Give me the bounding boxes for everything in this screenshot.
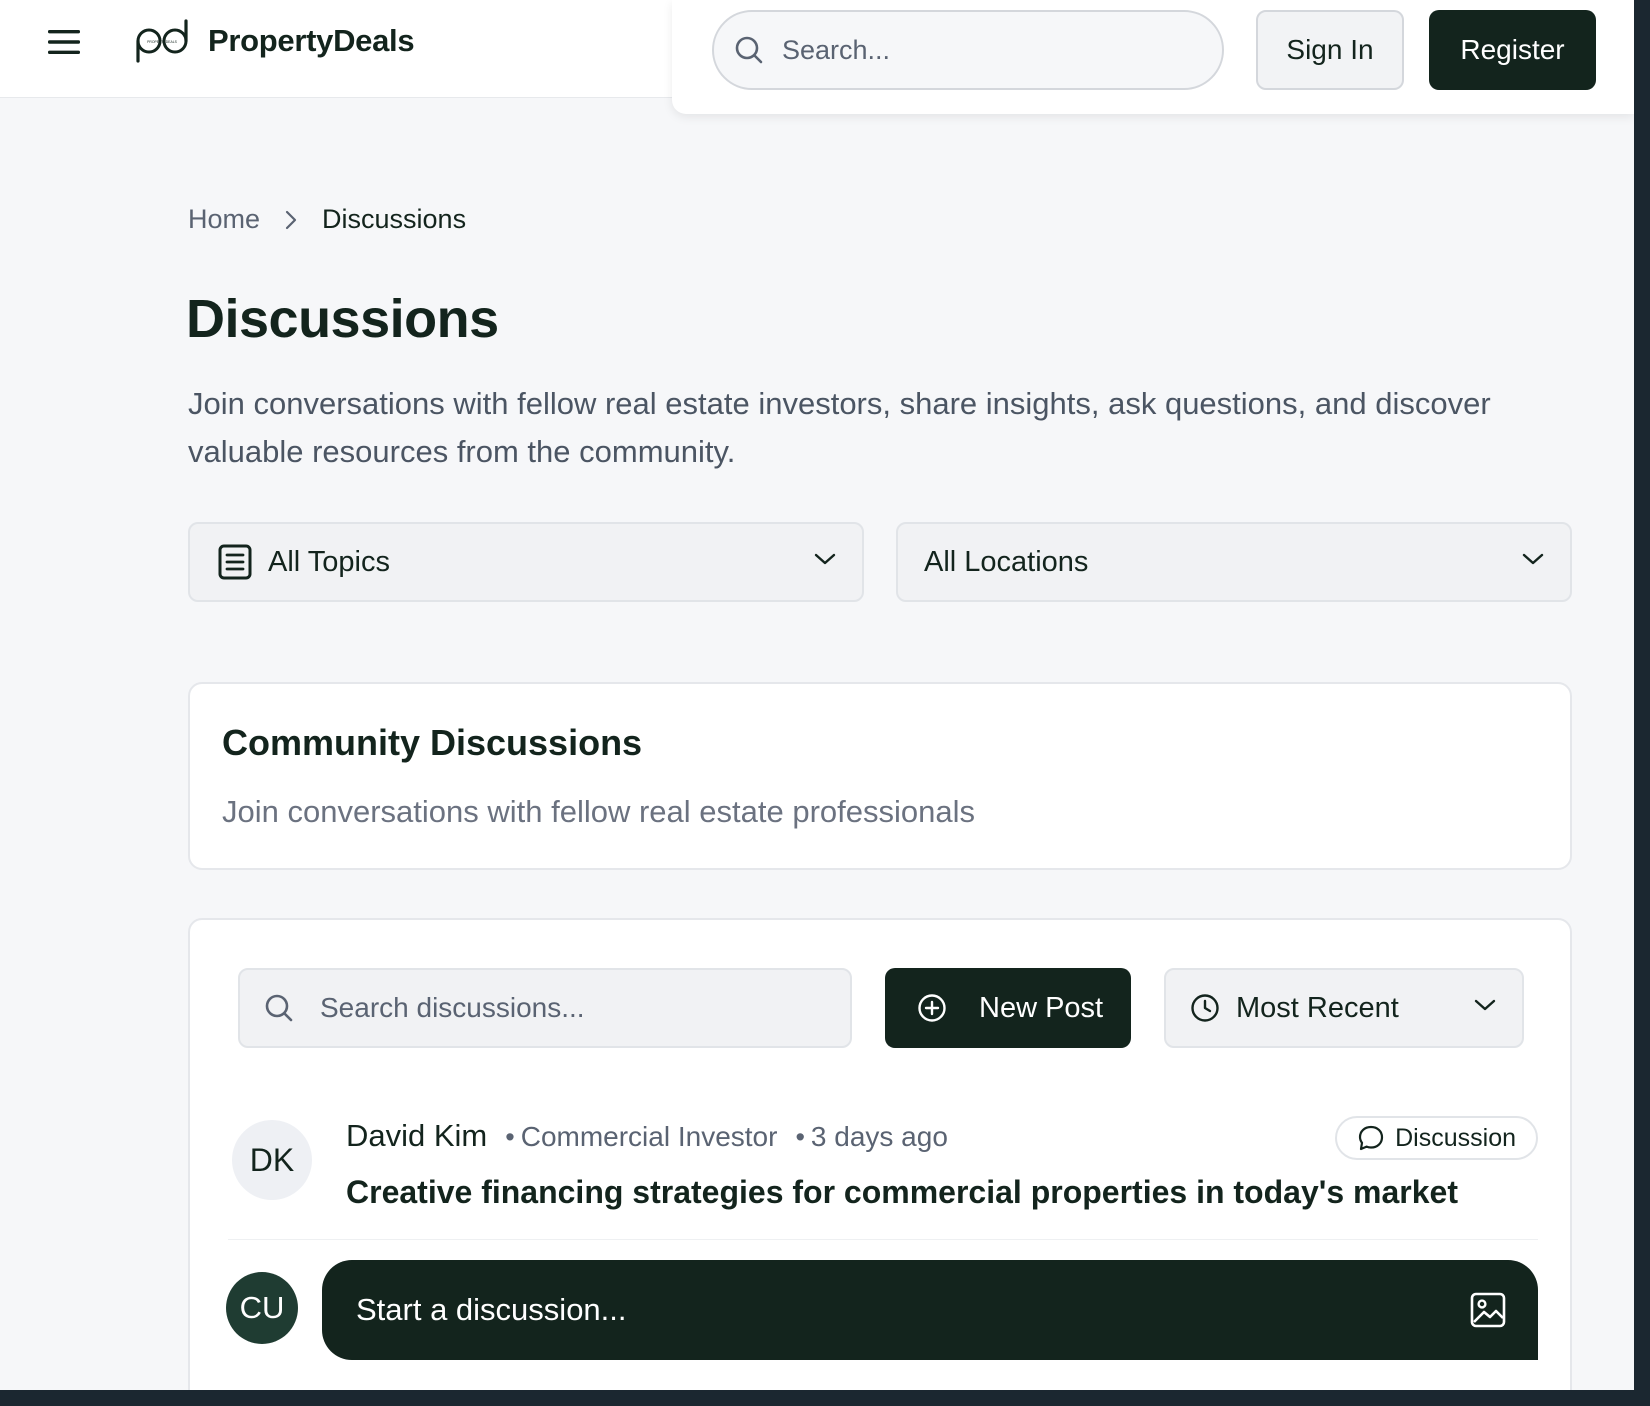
document-list-icon: [218, 544, 252, 580]
meta-separator: •: [795, 1122, 805, 1152]
search-icon: [735, 36, 763, 64]
hamburger-menu-button[interactable]: [44, 24, 84, 60]
sign-in-button[interactable]: Sign In: [1256, 10, 1404, 90]
chat-bubble-icon: [1359, 1125, 1384, 1151]
chevron-down-icon: [814, 553, 836, 565]
post-title[interactable]: Creative financing strategies for commer…: [346, 1174, 1458, 1211]
plus-circle-icon: [918, 994, 946, 1022]
logo-tagline: PROPERTYDEALS: [147, 40, 177, 44]
page-description: Join conversations with fellow real esta…: [188, 386, 1491, 469]
post-author-role: Commercial Investor: [520, 1121, 778, 1152]
search-icon: [265, 994, 293, 1022]
site-search[interactable]: [712, 10, 1224, 90]
meta-separator: •: [505, 1122, 515, 1152]
locations-filter-value: All Locations: [924, 545, 1089, 578]
sort-order-select[interactable]: Most Recent: [1164, 968, 1524, 1048]
image-icon[interactable]: [1470, 1292, 1506, 1328]
post-type-label: Discussion: [1395, 1123, 1516, 1152]
discussion-post[interactable]: DK David Kim • Commercial Investor • 3 d…: [228, 1116, 1538, 1240]
locations-filter-select[interactable]: All Locations: [896, 522, 1572, 602]
top-navbar: PROPERTYDEALS PropertyDeals: [0, 0, 700, 98]
chevron-down-icon: [1522, 553, 1544, 565]
composer-placeholder: Start a discussion...: [356, 1292, 627, 1327]
brand-name: PropertyDeals: [208, 23, 415, 58]
new-post-button[interactable]: New Post: [885, 968, 1131, 1048]
current-user-avatar: CU: [226, 1272, 298, 1344]
page-title: Discussions: [186, 289, 499, 349]
breadcrumb-current: Discussions: [322, 204, 467, 234]
post-type-badge: Discussion: [1335, 1116, 1538, 1160]
register-button[interactable]: Register: [1429, 10, 1596, 90]
discussion-feed-card: New Post Most Recent DK David Kim • Comm…: [188, 918, 1572, 1390]
page: PROPERTYDEALS PropertyDeals Sign In Regi…: [0, 0, 1634, 1390]
community-subtitle: Join conversations with fellow real esta…: [222, 794, 975, 829]
sort-order-value: Most Recent: [1236, 991, 1399, 1024]
header-actions: Sign In Register: [672, 0, 1634, 114]
author-avatar[interactable]: DK: [232, 1120, 312, 1200]
discussion-search-input[interactable]: [320, 992, 840, 1024]
community-discussions-card: Community Discussions Join conversations…: [188, 682, 1572, 870]
breadcrumb: Home Discussions: [188, 204, 466, 235]
logo-mark-icon: PROPERTYDEALS: [136, 19, 188, 63]
community-title: Community Discussions: [222, 722, 643, 763]
post-author[interactable]: David Kim: [346, 1118, 487, 1154]
chevron-down-icon: [1474, 999, 1496, 1011]
new-post-label: New Post: [979, 991, 1104, 1024]
clock-icon: [1191, 994, 1219, 1022]
post-timestamp: 3 days ago: [810, 1121, 948, 1152]
topics-filter-value: All Topics: [268, 545, 390, 578]
discussion-search[interactable]: [238, 968, 852, 1048]
post-meta: David Kim • Commercial Investor • 3 days…: [346, 1118, 948, 1154]
chevron-right-icon: [284, 209, 298, 231]
brand-logo[interactable]: PROPERTYDEALS PropertyDeals: [134, 18, 415, 64]
site-search-input[interactable]: [782, 34, 1202, 66]
hamburger-menu-icon: [48, 30, 80, 54]
breadcrumb-home-link[interactable]: Home: [188, 204, 260, 235]
topics-filter-select[interactable]: All Topics: [188, 522, 864, 602]
start-discussion-input[interactable]: Start a discussion...: [322, 1260, 1538, 1360]
